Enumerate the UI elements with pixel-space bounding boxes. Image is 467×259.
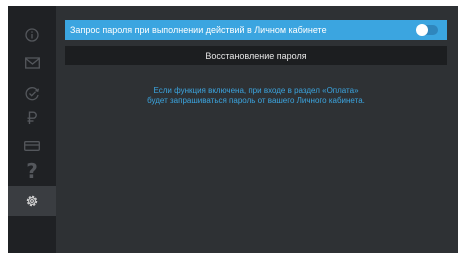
sidebar: ? [8, 6, 56, 253]
sidebar-item-info[interactable] [8, 20, 56, 50]
ruble-icon [27, 111, 37, 124]
password-request-switch[interactable] [416, 24, 438, 36]
question-icon: ? [26, 159, 38, 183]
sidebar-item-mail[interactable] [8, 48, 56, 78]
sidebar-item-payment[interactable] [8, 103, 56, 133]
hint-line-1: Если функция включена, при входе в разде… [153, 86, 359, 95]
app-screen: ? Запрос пароля при выполнении действий … [8, 6, 458, 253]
sidebar-item-settings[interactable] [8, 186, 56, 216]
settings-panel: Запрос пароля при выполнении действий в … [56, 6, 458, 253]
password-hint-text: Если функция включена, при входе в разде… [65, 86, 447, 106]
sidebar-item-help[interactable]: ? [8, 156, 56, 186]
switch-knob [416, 24, 428, 36]
mail-icon [24, 57, 40, 69]
password-request-toggle-row[interactable]: Запрос пароля при выполнении действий в … [65, 20, 447, 40]
card-icon [24, 141, 40, 151]
refresh-check-icon [25, 86, 39, 100]
password-reset-button[interactable]: Восстановление пароля [65, 46, 447, 65]
info-icon [25, 28, 39, 42]
gear-icon [26, 195, 38, 207]
password-request-label: Запрос пароля при выполнении действий в … [70, 25, 327, 35]
hint-line-2: будет запрашиваться пароль от вашего Лич… [147, 96, 365, 105]
